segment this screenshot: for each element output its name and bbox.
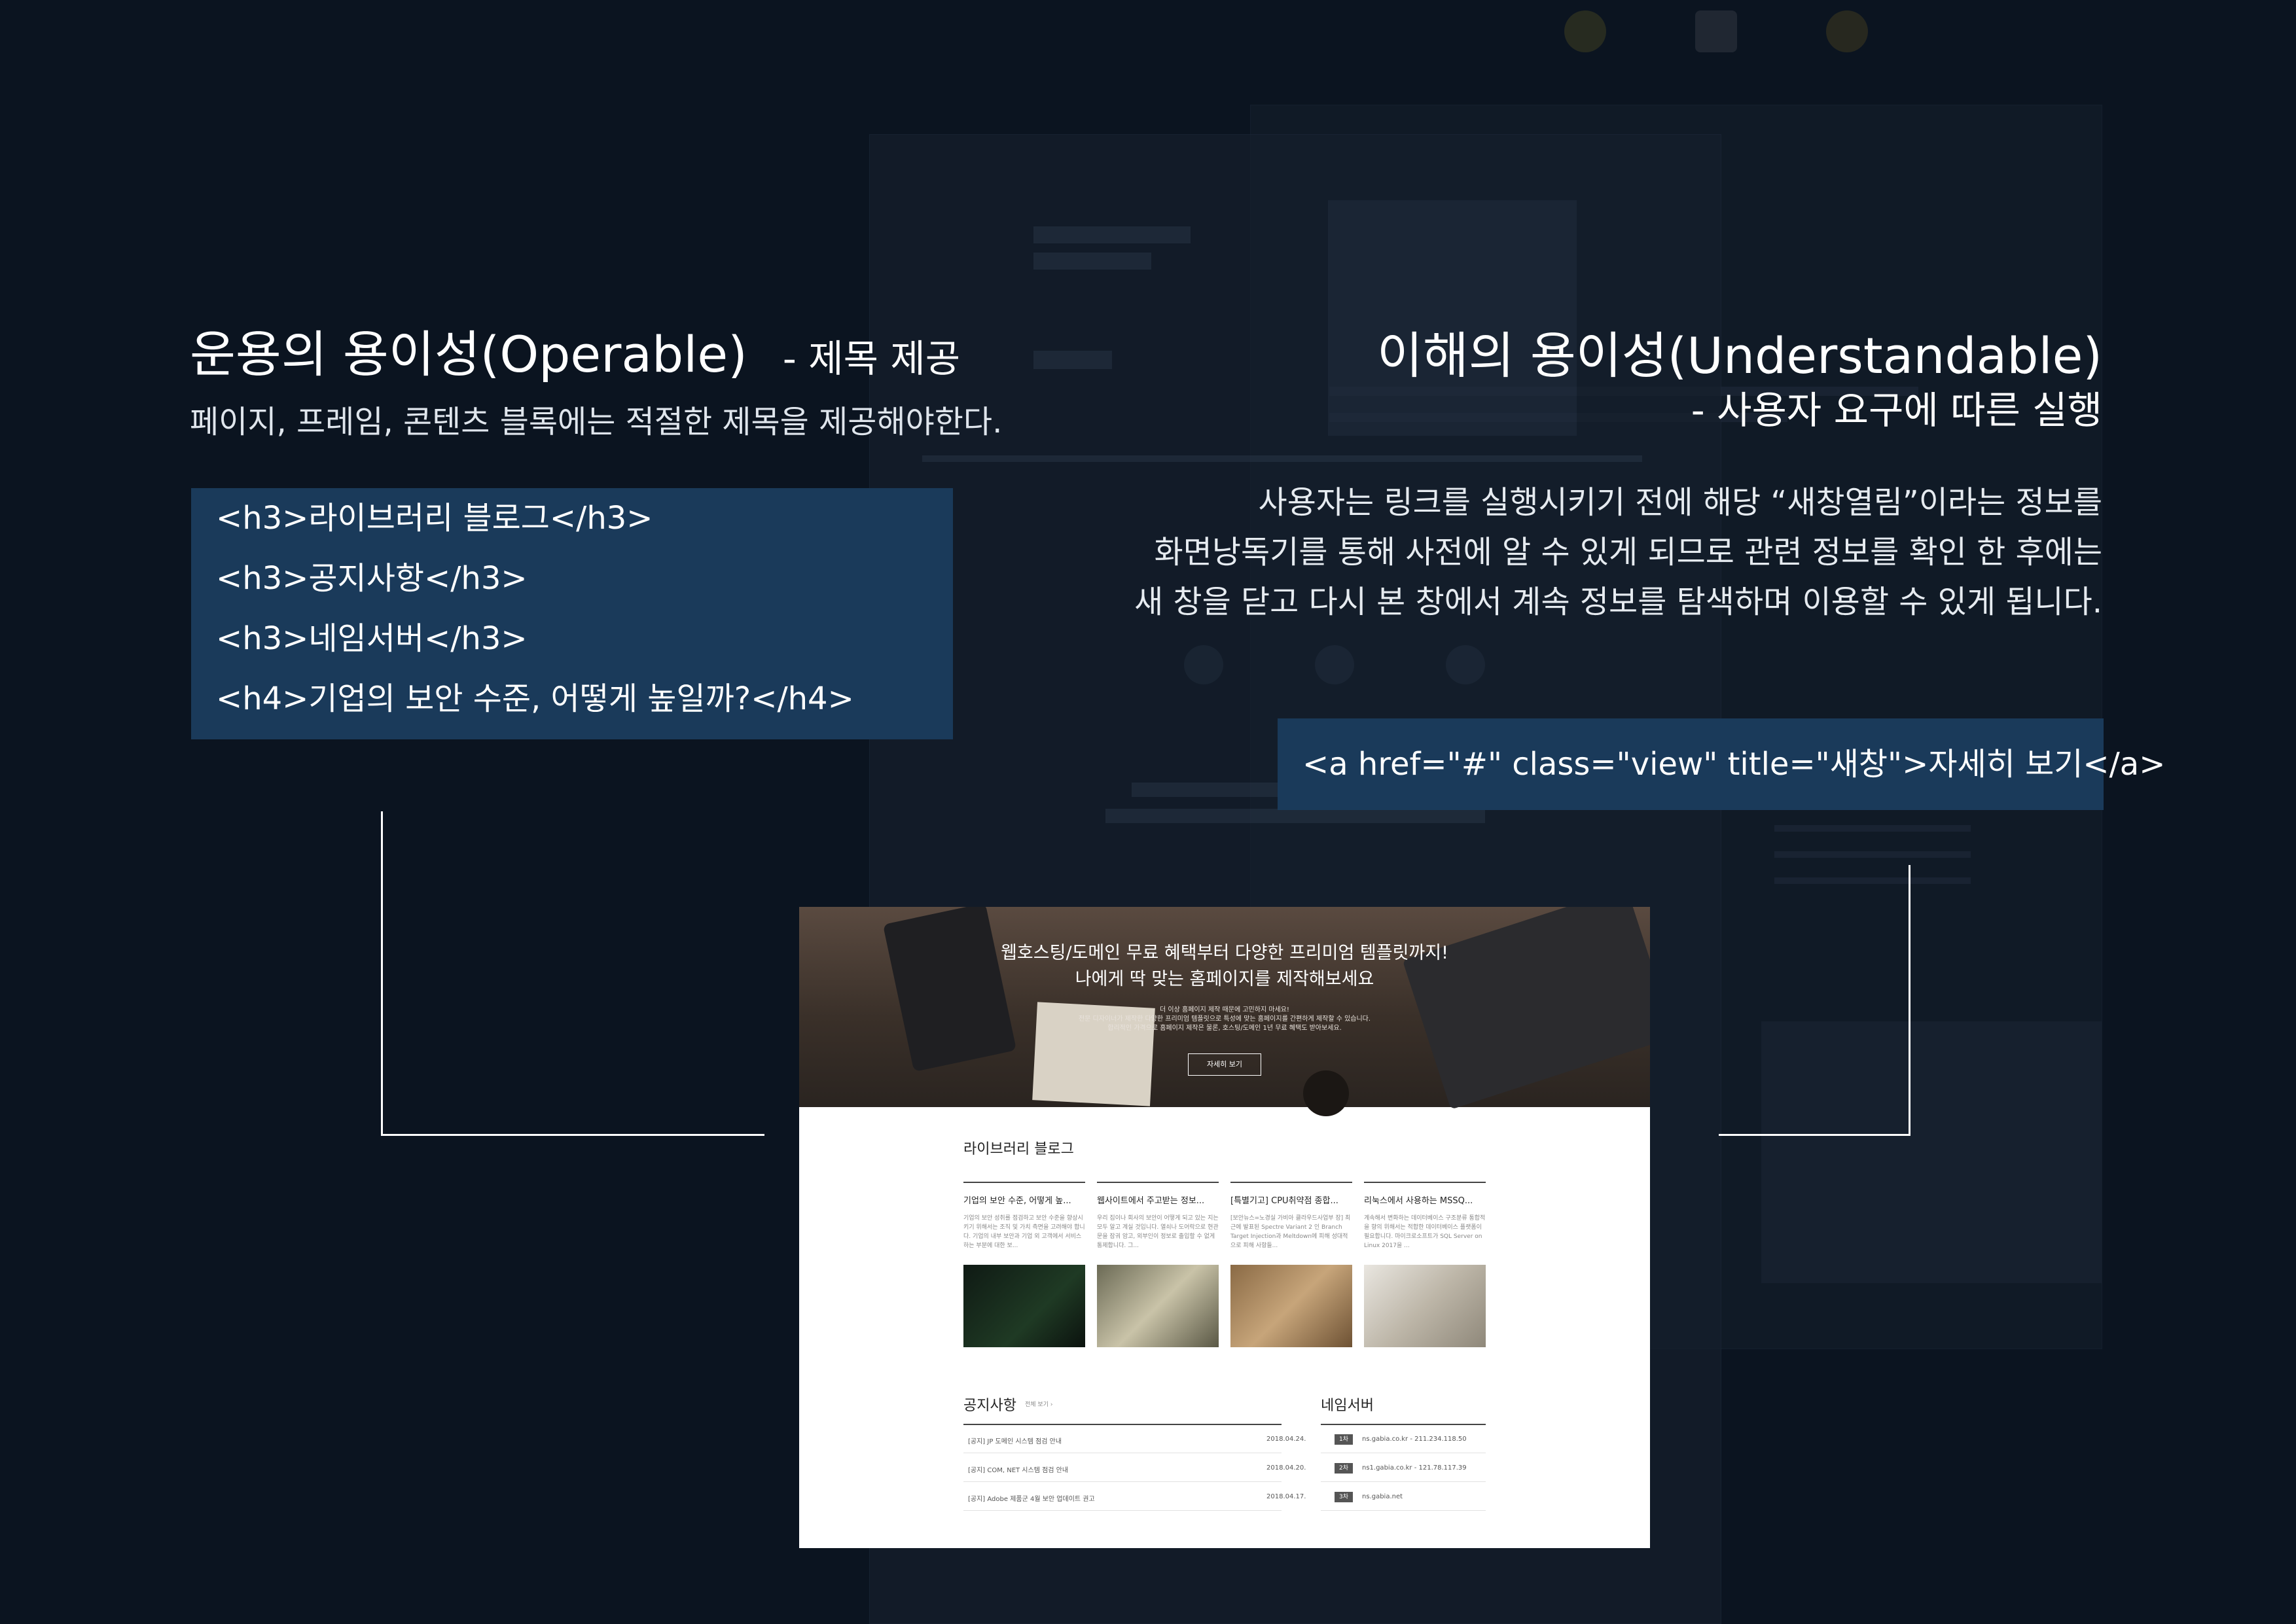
nameserver-badge: 2차 (1335, 1463, 1353, 1474)
hero-subtext-line: 전문 디자이너가 제작한 다양한 프리미엄 템플릿으로 특성에 맞는 홈페이지를… (1078, 1015, 1371, 1023)
operable-subtitle: - 제목 제공 (782, 336, 961, 381)
money-thumbnail[interactable] (1097, 1265, 1219, 1347)
operable-code-box: <h3>라이브러리 블로그</h3> <h3>공지사항</h3> <h3>네임서… (191, 488, 953, 739)
globe-icon (1826, 10, 1868, 52)
library-post[interactable]: 리눅스에서 사용하는 MSSQ... 계속해서 변화하는 데이터베이스 구조분류… (1364, 1182, 1486, 1347)
post-title[interactable]: 기업의 보안 수준, 어떻게 높... (963, 1193, 1085, 1206)
notice-text[interactable]: [공지] JP 도메인 시스템 점검 안내 (968, 1438, 1062, 1445)
understandable-title: 이해의 용이성(Understandable) (1376, 327, 2102, 385)
notice-divider (963, 1424, 1282, 1425)
coffee-cup-image (1303, 1070, 1349, 1116)
nameserver-address: ns1.gabia.co.kr - 121.78.117.39 (1362, 1464, 1467, 1472)
nameserver-title: 네임서버 (1321, 1398, 1374, 1414)
code-line: <h3>공지사항</h3> (216, 560, 528, 597)
hero-detail-button[interactable]: 자세히 보기 (1188, 1053, 1261, 1076)
notice-row[interactable]: [공지] JP 도메인 시스템 점검 안내 (968, 1436, 1062, 1445)
library-post[interactable]: 웹사이트에서 주고받는 정보... 우리 집이나 회사의 보안이 어떻게 되고 … (1097, 1182, 1219, 1347)
camera-thumbnail[interactable] (1230, 1265, 1352, 1347)
nameserver-row: 1차 ns.gabia.co.kr - 211.234.118.50 (1335, 1434, 1467, 1445)
notice-row[interactable]: [공지] COM, NET 시스템 점검 안내 (968, 1464, 1068, 1474)
operable-title-text: 운용의 용이성(Operable) (190, 325, 747, 383)
post-summary: [보안뉴스=노경실 가비아 클라우드사업부 장] 최근에 발표된 Spectre… (1230, 1215, 1351, 1249)
operable-title: 운용의 용이성(Operable) - 제목 제공 (190, 314, 960, 386)
mascot-icon (1564, 10, 1606, 52)
code-line: <h4>기업의 보안 수준, 어떻게 높일까?</h4> (216, 680, 854, 717)
understandable-subtitle: - 사용자 요구에 따른 실행 (1691, 388, 2102, 432)
laptop-desk-thumbnail[interactable] (1364, 1265, 1486, 1347)
nameserver-badge: 1차 (1335, 1434, 1353, 1445)
library-post[interactable]: [특별기고] CPU취약점 종합... [보안뉴스=노경실 가비아 클라우드사업… (1230, 1182, 1352, 1347)
connector-line-left-vertical (381, 811, 383, 1136)
code-line: <h3>라이브러리 블로그</h3> (216, 500, 653, 537)
connector-line-left-horizontal (381, 1134, 764, 1136)
hero-subtext-line: 합리적인 가격으로 홈페이지 제작은 물론, 호스팅/도메인 1년 무료 혜택도… (1107, 1025, 1342, 1032)
post-divider (1364, 1182, 1486, 1183)
notice-date: 2018.04.20. (1266, 1464, 1306, 1472)
post-title[interactable]: [특별기고] CPU취약점 종합... (1230, 1193, 1352, 1206)
library-post[interactable]: 기업의 보안 수준, 어떻게 높... 기업의 보안 성취를 점검하고 보안 수… (963, 1182, 1085, 1347)
row-divider (963, 1481, 1282, 1482)
nameserver-badge: 3차 (1335, 1492, 1353, 1502)
connector-line-right-vertical (1909, 865, 1910, 1136)
code-screen-thumbnail[interactable] (963, 1265, 1085, 1347)
post-summary: 기업의 보안 성취를 점검하고 보안 수준을 향상시키기 위해서는 조직 및 가… (963, 1215, 1085, 1249)
code-line: <a href="#" class="view" title="새창">자세히 … (1302, 746, 2166, 783)
hero-title-line1: 웹호스팅/도메인 무료 혜택부터 다양한 프리미엄 템플릿까지! (1001, 943, 1448, 963)
notice-more-link[interactable]: 전체 보기 › (1025, 1400, 1052, 1408)
post-summary: 우리 집이나 회사의 보안이 어떻게 되고 있는 지는 모두 알고 계실 것입니… (1097, 1215, 1219, 1249)
post-title[interactable]: 리눅스에서 사용하는 MSSQ... (1364, 1193, 1486, 1206)
background-icon-row (1558, 7, 1885, 59)
description-line: 새 창을 닫고 다시 본 창에서 계속 정보를 탐색하며 이용할 수 있게 됩니… (1134, 584, 2102, 620)
notice-title: 공지사항 (963, 1398, 1016, 1414)
hero-title-line2: 나에게 딱 맞는 홈페이지를 제작해보세요 (1075, 969, 1374, 989)
post-title[interactable]: 웹사이트에서 주고받는 정보... (1097, 1193, 1219, 1206)
nameserver-address: ns.gabia.co.kr - 211.234.118.50 (1362, 1436, 1467, 1443)
notice-text[interactable]: [공지] COM, NET 시스템 점검 안내 (968, 1467, 1068, 1474)
post-divider (1097, 1182, 1219, 1183)
connector-line-right-horizontal (1719, 1134, 1910, 1136)
library-blog-title: 라이브러리 블로그 (963, 1141, 1074, 1157)
code-line: <h3>네임서버</h3> (216, 620, 528, 657)
understandable-code-box: <a href="#" class="view" title="새창">자세히 … (1278, 718, 2165, 810)
row-divider (1321, 1481, 1486, 1482)
operable-description: 페이지, 프레임, 콘텐츠 블록에는 적절한 제목을 제공해야한다. (190, 404, 1003, 440)
post-summary: 계속해서 변화하는 데이터베이스 구조분류 통합적을 향의 위해서는 적합한 데… (1364, 1215, 1486, 1249)
row-divider (963, 1510, 1282, 1511)
description-line: 사용자는 링크를 실행시키기 전에 해당 “새창열림”이라는 정보를 (1258, 484, 2102, 521)
notice-date: 2018.04.24. (1266, 1436, 1306, 1443)
certificate-icon (1695, 10, 1737, 52)
nameserver-row: 2차 ns1.gabia.co.kr - 121.78.117.39 (1335, 1463, 1467, 1474)
notice-date: 2018.04.17. (1266, 1493, 1306, 1500)
notice-text[interactable]: [공지] Adobe 제품군 4월 보안 업데이트 권고 (968, 1496, 1095, 1503)
nameserver-row: 3차 ns.gabia.net (1335, 1492, 1403, 1502)
understandable-description: 사용자는 링크를 실행시키기 전에 해당 “새창열림”이라는 정보를 화면낭독기… (1134, 478, 2102, 627)
hero-banner: 웹호스팅/도메인 무료 혜택부터 다양한 프리미엄 템플릿까지! 나에게 딱 맞… (799, 907, 1650, 1116)
post-divider (963, 1182, 1085, 1183)
website-screenshot: 웹호스팅/도메인 무료 혜택부터 다양한 프리미엄 템플릿까지! 나에게 딱 맞… (799, 907, 1650, 1548)
notice-row[interactable]: [공지] Adobe 제품군 4월 보안 업데이트 권고 (968, 1493, 1095, 1503)
description-line: 화면낭독기를 통해 사전에 알 수 있게 되므로 관련 정보를 확인 한 후에는 (1154, 534, 2102, 571)
nameserver-divider (1321, 1424, 1486, 1425)
nameserver-address: ns.gabia.net (1362, 1493, 1403, 1500)
post-divider (1230, 1182, 1352, 1183)
hero-subtext-line: 더 이상 홈페이지 제작 때문에 고민하지 마세요! (1160, 1006, 1289, 1014)
row-divider (1321, 1510, 1486, 1511)
